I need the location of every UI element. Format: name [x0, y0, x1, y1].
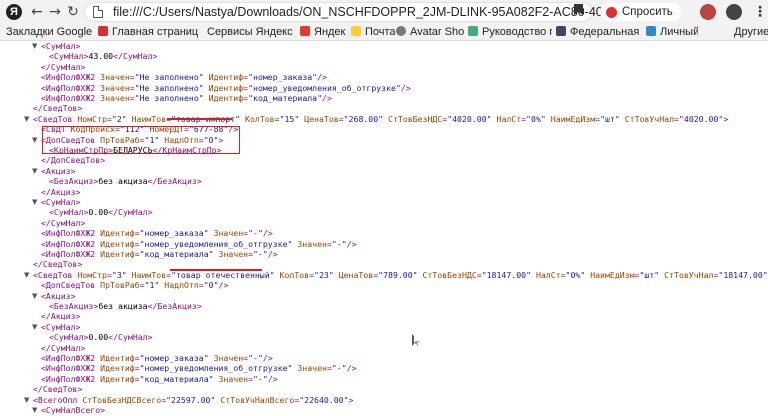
- xml-line: ▼ <ВсегоОпл СтТовБезНДСВсего="22597.00" С…: [24, 394, 354, 405]
- collapse-toggle-icon[interactable]: ▼: [32, 197, 37, 207]
- bookmark-main-page[interactable]: Главная страниц: [98, 26, 198, 39]
- bookmark-other[interactable]: Другие: [734, 26, 768, 39]
- url-text[interactable]: file:///C:/Users/Nastya/Downloads/ON_NSC…: [113, 5, 635, 20]
- xml-line: <СумНал>0.00</СумНал>: [49, 207, 153, 218]
- xml-line: ▼<СведТов НомСтр="2" НаимТов="товар импо…: [24, 113, 729, 124]
- address-bar[interactable]: file:///C:/Users/Nastya/Downloads/ON_NSC…: [84, 2, 635, 22]
- xml-line: <СумНал>0.00</СумНал>: [49, 332, 153, 343]
- xml-line: </СведТов>: [33, 259, 83, 270]
- highlight-underline-domestic: [170, 269, 262, 271]
- profile-avatar-icon[interactable]: [700, 4, 716, 20]
- xml-line: </СумНал>: [41, 217, 86, 228]
- xml-line: <ИнфПолФХЖ2 Идентиф="номер_уведомления_о…: [41, 238, 357, 249]
- xml-line: ▼ <СумНал>: [32, 41, 81, 51]
- xml-line: </Акциз>: [41, 311, 81, 322]
- bookmark-yandex[interactable]: Яндекс: [300, 26, 346, 39]
- yandex-favicon: [300, 26, 310, 36]
- xml-line: ▼ <Акциз>: [32, 290, 76, 301]
- xml-line: </ДопСведТов>: [41, 155, 106, 166]
- xml-line: <ИнфПолФХЖ2 Идентиф="номер_заказа" Значе…: [41, 228, 273, 239]
- xml-viewer: ▼ <СумНал> <СумНал>43.00</СумНал> </СумНал>…: [0, 41, 768, 416]
- xml-line: <ИнфПолФХЖ2 Значен="Не заполнено" Иденти…: [41, 72, 327, 83]
- xml-line: ▼ <Акциз>: [32, 165, 76, 176]
- bookmark-tax-service[interactable]: Федеральная нал: [556, 26, 642, 39]
- bookmark-mail[interactable]: Почта: [351, 26, 395, 39]
- yandex-logo-icon[interactable]: Я: [6, 4, 22, 20]
- xml-line: </СумНал>: [41, 61, 86, 72]
- personal-icon: [646, 26, 656, 36]
- mail-icon: [351, 26, 361, 36]
- reload-icon[interactable]: ↻: [64, 2, 82, 22]
- xml-line: </Акциз>: [41, 186, 81, 197]
- xml-line: ▼ <СведТов НомСтр="3" НаимТов="товар отеч…: [24, 269, 768, 280]
- collapse-toggle-icon[interactable]: ▼: [24, 395, 29, 405]
- collapse-toggle-icon[interactable]: ▼: [32, 135, 37, 145]
- xml-line: <БезАкциз>без акциза</БезАкциз>: [49, 176, 202, 187]
- xml-line: <ИнфПолФХЖ2 Значен="Не заполнено" Иденти…: [41, 82, 411, 93]
- xml-line: <ИнфПолФХЖ2 Идентиф="код_материала" Знач…: [41, 373, 278, 384]
- highlight-box: [42, 126, 240, 154]
- menu-icon[interactable]: ⋮: [752, 4, 768, 20]
- xml-line: <ДопСведТов ПрТовРаб="1" НадлОтп="0"/>: [41, 280, 229, 291]
- xml-line: <ИнфПолФХЖ2 Значен="Не заполнено" Иденти…: [41, 93, 332, 103]
- guide-icon: [468, 26, 478, 36]
- ask-label: Спросить: [622, 6, 673, 18]
- bookmark-guide[interactable]: Руководство по п: [468, 26, 552, 39]
- collapse-toggle-icon[interactable]: ▼: [32, 405, 37, 415]
- forward-arrow-icon[interactable]: →: [46, 2, 64, 22]
- xml-line: <БезАкциз>без акциза</БезАкциз>: [49, 301, 202, 311]
- xml-line: ▼ <СумНал>: [32, 321, 81, 332]
- xml-line: <ИнфПолФХЖ2 Идентиф="номер_заказа" Значе…: [41, 353, 273, 363]
- xml-line: ▼ <СумНал>: [32, 197, 81, 207]
- xml-line: <ИнфПолФХЖ2 Идентиф="код_материала" Знач…: [41, 249, 278, 259]
- collapse-toggle-icon[interactable]: ▼: [32, 291, 37, 301]
- ask-button[interactable]: Спросить: [600, 3, 681, 21]
- bookmark-avatar-shop[interactable]: Avatar Shop: [396, 26, 464, 39]
- xml-line: </СумНал>: [41, 342, 86, 353]
- bookmark-google-chrome[interactable]: Закладки Google Ch: [6, 26, 92, 39]
- xml-line: <ИнфПолФХЖ2 Идентиф="номер_уведомления_о…: [41, 363, 357, 374]
- back-arrow-icon[interactable]: ←: [28, 2, 46, 22]
- xml-line: </СведТов>: [33, 103, 83, 114]
- file-icon: [93, 6, 103, 18]
- xml-line: </СведТов>: [33, 384, 83, 395]
- yandex-favicon: [98, 26, 108, 36]
- ask-icon: [606, 7, 617, 18]
- bookmark-personal[interactable]: Личный: [646, 26, 698, 39]
- xml-line: ▼ <СумНалВсего>: [32, 405, 106, 415]
- collapse-toggle-icon[interactable]: ▼: [24, 270, 29, 280]
- xml-line: <СумНал>43.00</СумНал>: [49, 51, 158, 62]
- collapse-toggle-icon[interactable]: ▼: [24, 114, 29, 124]
- highlight-underline-import: [167, 118, 232, 120]
- collapse-toggle-icon[interactable]: ▼: [32, 166, 37, 176]
- bookmarks-bar: Закладки Google Ch Главная страниц Серви…: [0, 24, 768, 41]
- collapse-toggle-icon[interactable]: ▼: [32, 41, 37, 51]
- bookmark-yandex-services[interactable]: Сервисы Яндекса: [207, 26, 293, 39]
- extensions-icon[interactable]: [726, 4, 742, 20]
- avatar-shop-icon: [396, 26, 406, 36]
- browser-toolbar: Я ← → ↻ file:///C:/Users/Nastya/Download…: [0, 0, 768, 24]
- collapse-toggle-icon[interactable]: ▼: [32, 322, 37, 332]
- tax-service-icon: [556, 26, 566, 36]
